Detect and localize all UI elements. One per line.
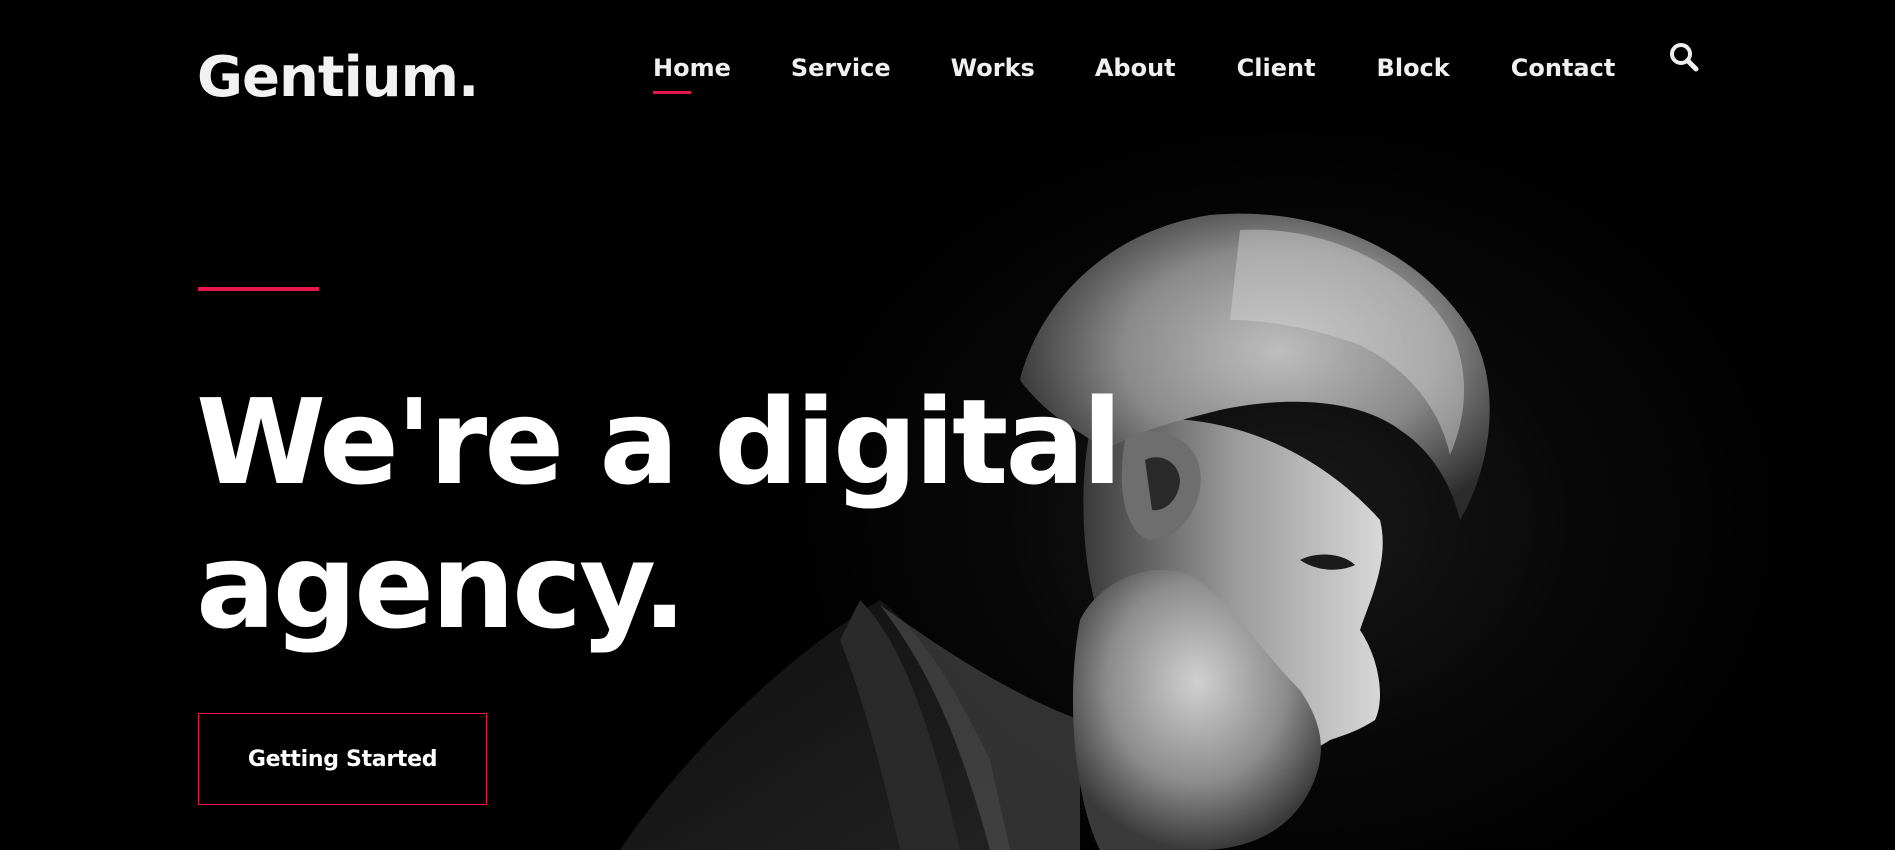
hero-headline: We're a digital agency. xyxy=(196,370,1122,658)
nav-item-home[interactable]: Home xyxy=(653,50,731,94)
getting-started-button[interactable]: Getting Started xyxy=(198,713,487,805)
search-icon xyxy=(1670,43,1699,72)
accent-line xyxy=(198,287,319,291)
hero-headline-line-2: agency. xyxy=(196,517,687,655)
nav-item-client[interactable]: Client xyxy=(1237,50,1316,86)
hero-section: Gentium. Home Service Works About Client… xyxy=(0,0,1895,850)
nav-item-about[interactable]: About xyxy=(1095,50,1176,86)
nav-item-block[interactable]: Block xyxy=(1377,50,1450,86)
nav-item-service[interactable]: Service xyxy=(791,50,891,86)
nav-item-contact[interactable]: Contact xyxy=(1511,50,1616,86)
hero-headline-line-1: We're a digital xyxy=(196,373,1122,511)
nav-item-works[interactable]: Works xyxy=(951,50,1035,86)
brand-logo[interactable]: Gentium. xyxy=(197,46,479,110)
search-button[interactable] xyxy=(1668,41,1700,73)
main-nav: Home Service Works About Client Block Co… xyxy=(653,50,1616,94)
